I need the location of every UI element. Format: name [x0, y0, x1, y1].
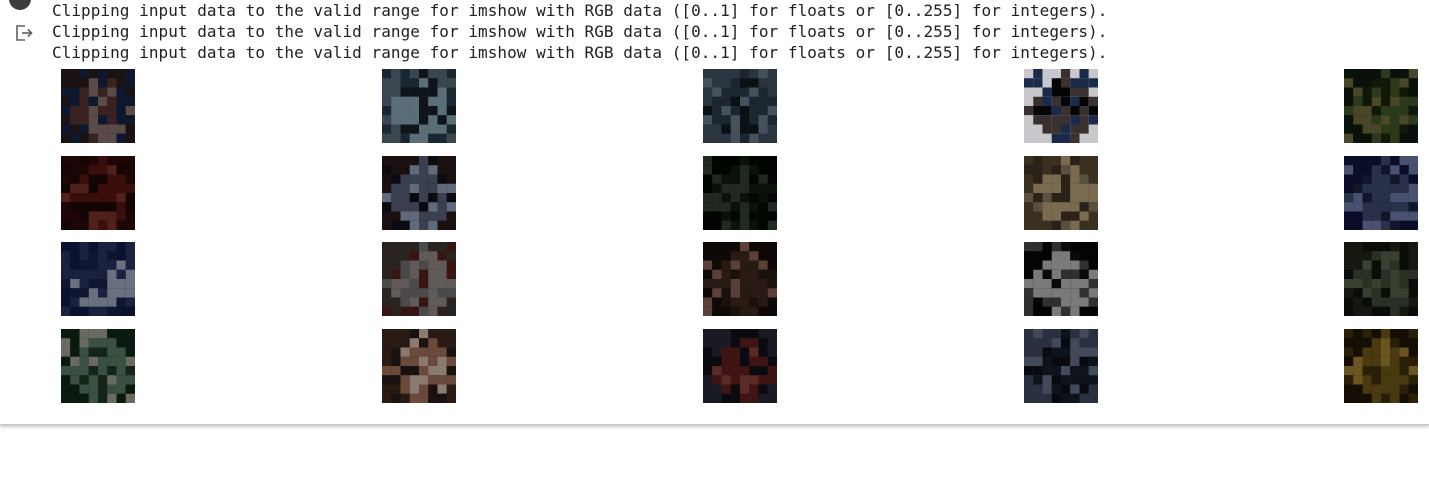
image-thumbnail-ship — [1024, 329, 1098, 403]
image-thumbnail-boat — [382, 69, 456, 143]
image-thumbnail-dog — [703, 242, 777, 316]
image-thumbnail-airplane — [61, 242, 135, 316]
image-thumbnail-frog — [1344, 69, 1418, 143]
image-thumbnail-dark-red-blue-object — [61, 69, 135, 143]
image-thumbnail-horse — [1024, 242, 1098, 316]
image-thumbnail-frog — [61, 329, 135, 403]
image-thumbnail-frog — [1344, 329, 1418, 403]
notebook-output-cell: Clipping input data to the valid range f… — [0, 0, 1429, 425]
image-thumbnail-dog — [61, 156, 135, 230]
image-thumbnail-dog — [382, 329, 456, 403]
image-thumbnail-car — [382, 156, 456, 230]
image-thumbnail-truck — [1344, 242, 1418, 316]
image-thumbnail-airplane-poster — [1024, 69, 1098, 143]
image-grid-figure — [0, 0, 1429, 424]
image-thumbnail-truck — [382, 242, 456, 316]
image-thumbnail-truck — [1344, 156, 1418, 230]
image-thumbnail-cat — [1024, 156, 1098, 230]
image-thumbnail-ship — [703, 69, 777, 143]
image-thumbnail-dark-animal — [703, 156, 777, 230]
image-thumbnail-horse — [703, 329, 777, 403]
